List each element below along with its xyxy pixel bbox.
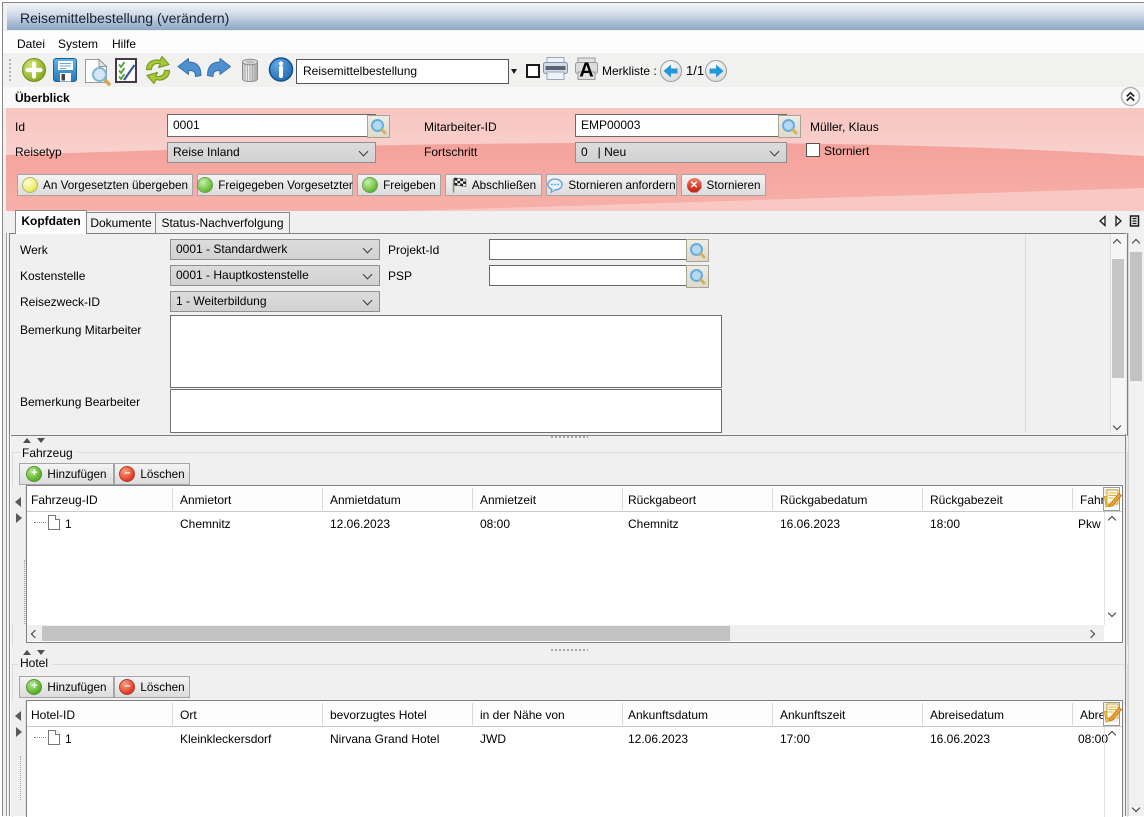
svg-text:A: A xyxy=(579,60,593,82)
